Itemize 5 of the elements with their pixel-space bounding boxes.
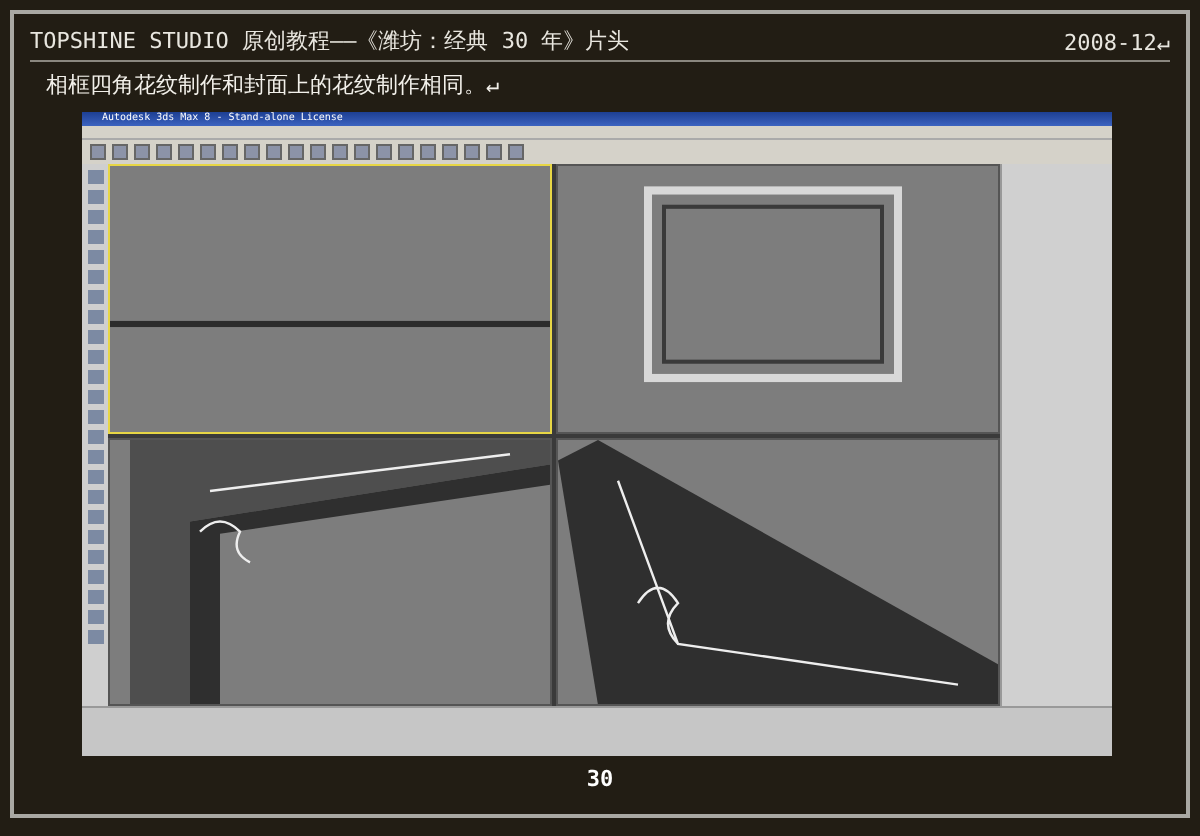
caption-text: 相框四角花纹制作和封面上的花纹制作相同。↵	[46, 70, 502, 100]
page-number: 30	[584, 766, 616, 792]
page-title: TOPSHINE STUDIO 原创教程——《潍坊：经典 30 年》片头	[30, 26, 630, 56]
date-text: 2008-12↵	[1064, 30, 1170, 56]
viewport[interactable]	[556, 164, 1000, 433]
